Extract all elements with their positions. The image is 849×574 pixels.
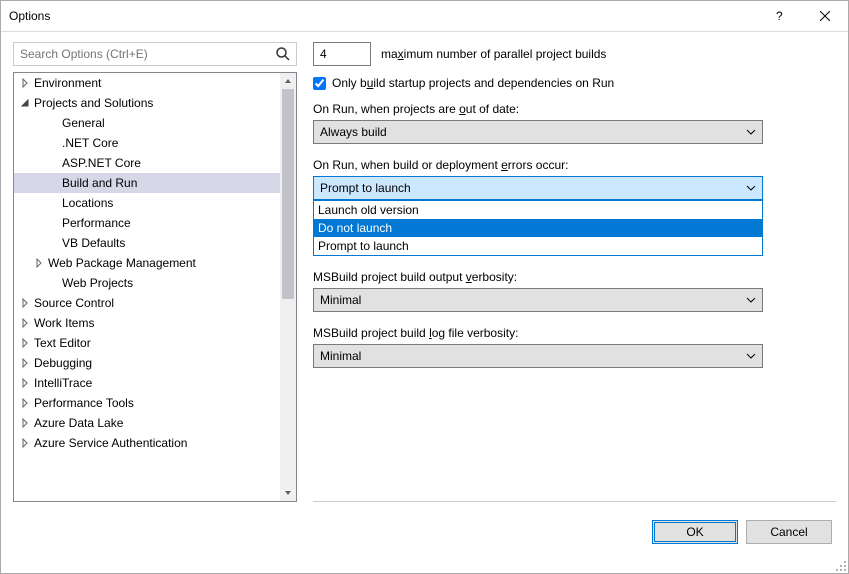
tree-item-label: .NET Core bbox=[60, 136, 118, 150]
dialog-footer: OK Cancel bbox=[1, 502, 848, 562]
errors-select[interactable]: Prompt to launch bbox=[313, 176, 763, 200]
tree-item-vb-defaults[interactable]: VB Defaults bbox=[14, 233, 280, 253]
tree-item-label: Performance bbox=[60, 216, 131, 230]
tree-item-label: Build and Run bbox=[60, 176, 137, 190]
scroll-down-icon[interactable] bbox=[280, 485, 296, 501]
only-build-startup-checkbox[interactable] bbox=[313, 77, 326, 90]
tree-item-projects-and-solutions[interactable]: Projects and Solutions bbox=[14, 93, 280, 113]
output-verbosity-label: MSBuild project build output verbosity: bbox=[313, 270, 836, 284]
cancel-button[interactable]: Cancel bbox=[746, 520, 832, 544]
tree-item-label: ASP.NET Core bbox=[60, 156, 141, 170]
tree-twisty-icon[interactable] bbox=[18, 416, 32, 430]
tree-item-label: IntelliTrace bbox=[32, 376, 92, 390]
tree-item-azure-service-authentication[interactable]: Azure Service Authentication bbox=[14, 433, 280, 453]
tree-twisty-icon[interactable] bbox=[18, 376, 32, 390]
window-title: Options bbox=[9, 9, 756, 23]
tree-twisty-icon[interactable] bbox=[18, 96, 32, 110]
tree-spacer bbox=[46, 176, 60, 190]
tree-spacer bbox=[46, 116, 60, 130]
tree-twisty-icon[interactable] bbox=[18, 296, 32, 310]
tree-twisty-icon[interactable] bbox=[32, 256, 46, 270]
tree-item-label: Locations bbox=[60, 196, 113, 210]
tree-spacer bbox=[46, 156, 60, 170]
tree-item-label: Web Projects bbox=[60, 276, 133, 290]
options-tree: Environment Projects and Solutions General… bbox=[13, 72, 297, 502]
tree-item-label: Performance Tools bbox=[32, 396, 134, 410]
svg-text:?: ? bbox=[776, 11, 783, 21]
tree-spacer bbox=[46, 136, 60, 150]
log-verbosity-label: MSBuild project build log file verbosity… bbox=[313, 326, 836, 340]
errors-value: Prompt to launch bbox=[320, 181, 411, 195]
ok-button[interactable]: OK bbox=[652, 520, 738, 544]
tree-item-build-and-run[interactable]: Build and Run bbox=[14, 173, 280, 193]
tree-twisty-icon[interactable] bbox=[18, 396, 32, 410]
resize-grip-icon[interactable] bbox=[835, 560, 847, 572]
tree-item-performance-tools[interactable]: Performance Tools bbox=[14, 393, 280, 413]
dropdown-option[interactable]: Launch old version bbox=[314, 201, 762, 219]
tree-item-label: Text Editor bbox=[32, 336, 91, 350]
tree-item-label: VB Defaults bbox=[60, 236, 125, 250]
parallel-builds-label: maximum number of parallel project build… bbox=[381, 47, 606, 61]
log-verbosity-select[interactable]: Minimal bbox=[313, 344, 763, 368]
tree-spacer bbox=[46, 276, 60, 290]
tree-item-locations[interactable]: Locations bbox=[14, 193, 280, 213]
tree-item-label: Azure Service Authentication bbox=[32, 436, 187, 450]
tree-item-work-items[interactable]: Work Items bbox=[14, 313, 280, 333]
out-of-date-value: Always build bbox=[320, 125, 387, 139]
tree-item-performance[interactable]: Performance bbox=[14, 213, 280, 233]
dropdown-option[interactable]: Prompt to launch bbox=[314, 237, 762, 255]
tree-item-text-editor[interactable]: Text Editor bbox=[14, 333, 280, 353]
tree-item-asp-net-core[interactable]: ASP.NET Core bbox=[14, 153, 280, 173]
close-button[interactable] bbox=[802, 1, 848, 31]
search-box[interactable] bbox=[13, 42, 297, 66]
tree-spacer bbox=[46, 236, 60, 250]
output-verbosity-select[interactable]: Minimal bbox=[313, 288, 763, 312]
scroll-up-icon[interactable] bbox=[280, 73, 296, 89]
search-input[interactable] bbox=[13, 42, 297, 66]
chevron-down-icon bbox=[746, 351, 756, 361]
tree-item-azure-data-lake[interactable]: Azure Data Lake bbox=[14, 413, 280, 433]
tree-item-environment[interactable]: Environment bbox=[14, 73, 280, 93]
help-button[interactable]: ? bbox=[756, 1, 802, 31]
tree-item-debugging[interactable]: Debugging bbox=[14, 353, 280, 373]
tree-item-source-control[interactable]: Source Control bbox=[14, 293, 280, 313]
tree-item-label: Source Control bbox=[32, 296, 114, 310]
tree-spacer bbox=[46, 216, 60, 230]
tree-item--net-core[interactable]: .NET Core bbox=[14, 133, 280, 153]
tree-twisty-icon[interactable] bbox=[18, 356, 32, 370]
errors-label: On Run, when build or deployment errors … bbox=[313, 158, 836, 172]
tree-item-label: General bbox=[60, 116, 105, 130]
dropdown-option[interactable]: Do not launch bbox=[314, 219, 762, 237]
chevron-down-icon bbox=[746, 183, 756, 193]
tree-twisty-icon[interactable] bbox=[18, 436, 32, 450]
tree-item-web-projects[interactable]: Web Projects bbox=[14, 273, 280, 293]
tree-twisty-icon[interactable] bbox=[18, 336, 32, 350]
only-build-startup-label: Only build startup projects and dependen… bbox=[332, 76, 614, 90]
title-bar: Options ? bbox=[1, 1, 848, 31]
errors-dropdown: Launch old versionDo not launchPrompt to… bbox=[313, 200, 763, 256]
chevron-down-icon bbox=[746, 295, 756, 305]
tree-item-web-package-management[interactable]: Web Package Management bbox=[14, 253, 280, 273]
out-of-date-label: On Run, when projects are out of date: bbox=[313, 102, 836, 116]
tree-item-intellitrace[interactable]: IntelliTrace bbox=[14, 373, 280, 393]
tree-twisty-icon[interactable] bbox=[18, 316, 32, 330]
tree-item-label: Web Package Management bbox=[46, 256, 196, 270]
out-of-date-select[interactable]: Always build bbox=[313, 120, 763, 144]
tree-scrollbar[interactable] bbox=[280, 73, 296, 501]
tree-item-label: Work Items bbox=[32, 316, 94, 330]
parallel-builds-input[interactable] bbox=[313, 42, 371, 66]
tree-item-label: Environment bbox=[32, 76, 101, 90]
tree-item-label: Projects and Solutions bbox=[32, 96, 153, 110]
tree-item-label: Azure Data Lake bbox=[32, 416, 123, 430]
tree-spacer bbox=[46, 196, 60, 210]
scroll-thumb[interactable] bbox=[282, 89, 294, 299]
log-verbosity-value: Minimal bbox=[320, 349, 361, 363]
chevron-down-icon bbox=[746, 127, 756, 137]
tree-item-general[interactable]: General bbox=[14, 113, 280, 133]
tree-twisty-icon[interactable] bbox=[18, 76, 32, 90]
output-verbosity-value: Minimal bbox=[320, 293, 361, 307]
tree-item-label: Debugging bbox=[32, 356, 92, 370]
